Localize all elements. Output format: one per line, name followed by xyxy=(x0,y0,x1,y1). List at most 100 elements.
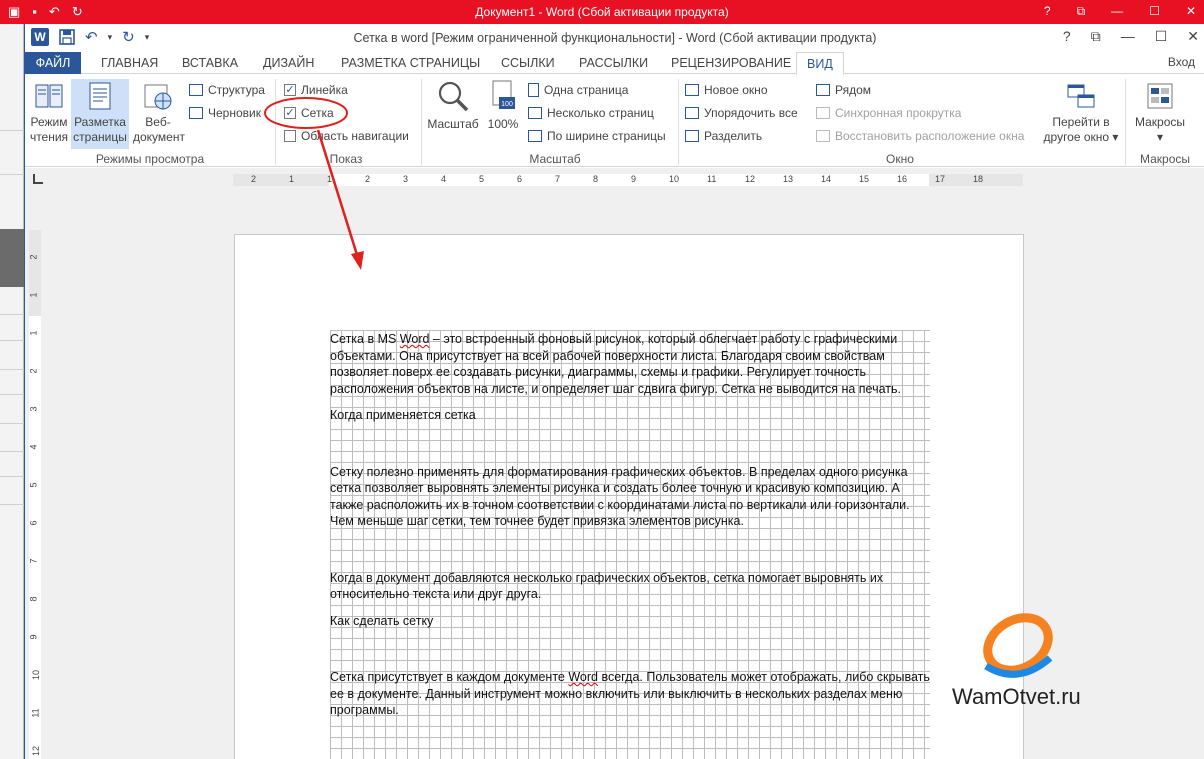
zoom-button[interactable]: Масштаб xyxy=(424,79,482,132)
ruler-tick-label: 3 xyxy=(403,174,409,184)
split-label: Разделить xyxy=(704,129,763,143)
views-group-label: Режимы просмотра xyxy=(95,152,205,166)
web-layout-label-2: документ xyxy=(133,130,185,144)
ruler-tick-label: 1 xyxy=(327,174,333,184)
ruler-tick-label: 6 xyxy=(517,174,523,184)
ruler-tick-label: 8 xyxy=(593,174,599,184)
multiple-pages-label: Несколько страниц xyxy=(547,106,654,120)
tab-selector[interactable] xyxy=(33,174,43,184)
maximize-button[interactable]: ☐ xyxy=(1155,28,1168,45)
horizontal-ruler[interactable]: 2 1 1 2 3 4 5 6 7 8 9 10 11 12 13 14 15 16 17 18 xyxy=(233,174,1023,186)
maximize-icon[interactable]: ☐ xyxy=(1149,4,1160,19)
tab-file[interactable]: ФАЙЛ xyxy=(25,52,81,74)
new-window-button[interactable]: Новое окно xyxy=(685,83,768,97)
print-layout-label-1: Разметка xyxy=(74,115,126,129)
page-width-icon xyxy=(528,130,542,142)
print-layout-button[interactable]: Разметка страницы xyxy=(71,79,129,149)
arrange-all-label: Упорядочить все xyxy=(704,106,798,120)
reset-position-icon xyxy=(816,130,830,142)
nav-pane-check-icon xyxy=(284,130,296,142)
close-icon[interactable]: ✕ xyxy=(1186,4,1196,19)
macros-icon xyxy=(1147,83,1173,109)
draft-label: Черновик xyxy=(208,106,261,120)
one-page-button[interactable]: Одна страница xyxy=(528,83,628,97)
ruler-tick-label: 1 xyxy=(289,174,295,184)
new-window-icon xyxy=(685,84,699,96)
tab-insert[interactable]: ВСТАВКА xyxy=(172,52,248,74)
minimize-button[interactable]: — xyxy=(1121,28,1135,45)
switch-windows-button[interactable]: Перейти в другое окно ▾ xyxy=(1043,81,1119,145)
multiple-pages-button[interactable]: Несколько страниц xyxy=(528,106,654,120)
ruler-tick-label: 4 xyxy=(28,444,39,450)
tab-home[interactable]: ГЛАВНАЯ xyxy=(91,52,168,74)
document-page[interactable]: Сетка в MS Word – это встроенный фоновый… xyxy=(234,234,1024,759)
draft-button[interactable]: Черновик xyxy=(189,106,261,120)
page-width-button[interactable]: По ширине страницы xyxy=(528,129,666,143)
macros-button[interactable]: Макросы ▾ xyxy=(1129,81,1191,145)
ruler-check-icon: ✓ xyxy=(284,84,296,96)
tab-review[interactable]: РЕЦЕНЗИРОВАНИЕ xyxy=(661,52,801,74)
ruler-tick-label: 7 xyxy=(555,174,561,184)
watermark-text: WamOtvet.ru xyxy=(952,684,1081,709)
ruler-tick-label: 14 xyxy=(821,174,832,184)
arrange-all-button[interactable]: Упорядочить все xyxy=(685,106,798,120)
ruler-tick-label: 16 xyxy=(897,174,908,184)
paragraph-3: Когда в документ добавляются несколько г… xyxy=(330,570,884,602)
reset-position-button[interactable]: Восстановить расположение окна xyxy=(816,129,1024,143)
ruler-tick-label: 10 xyxy=(669,174,680,184)
read-mode-label-2: чтения xyxy=(29,130,69,144)
zoom-label: Масштаб xyxy=(427,117,479,131)
ruler-checkbox[interactable]: ✓ Линейка xyxy=(284,83,348,97)
document-text[interactable]: Сетка в MS Word – это встроенный фоновый… xyxy=(330,331,930,729)
web-layout-button[interactable]: Веб- документ xyxy=(133,81,185,145)
ribbon-display-button[interactable]: ⧉ xyxy=(1091,28,1101,45)
web-layout-icon xyxy=(144,84,172,110)
nav-pane-checkbox[interactable]: Область навигации xyxy=(284,129,409,143)
vertical-ruler[interactable]: 2 1 1 2 3 4 5 6 7 8 9 10 11 12 xyxy=(29,230,41,759)
new-window-label: Новое окно xyxy=(704,83,768,97)
tab-design[interactable]: ДИЗАЙН xyxy=(253,52,324,74)
ruler-tick-label: 12 xyxy=(745,174,756,184)
help-icon[interactable]: ? xyxy=(1044,4,1051,19)
reset-position-label: Восстановить расположение окна xyxy=(835,129,1025,143)
switch-windows-icon xyxy=(1067,84,1095,108)
side-by-side-button[interactable]: Рядом xyxy=(816,83,871,97)
paragraph-1: Сетка в MS Word – это встроенный фоновый… xyxy=(330,332,901,396)
zoom-icon xyxy=(438,81,469,112)
back-window-strip xyxy=(0,24,24,759)
split-button[interactable]: Разделить xyxy=(685,129,762,143)
web-layout-label-1: Веб- xyxy=(145,115,171,129)
restore-ribbon-icon[interactable]: ⧉ xyxy=(1077,4,1086,19)
ruler-label: Линейка xyxy=(301,83,348,97)
ruler-tick-label: 15 xyxy=(859,174,870,184)
side-by-side-label: Рядом xyxy=(835,83,872,97)
tab-references[interactable]: ССЫЛКИ xyxy=(491,52,565,74)
zoom-100-icon: 100 xyxy=(492,80,515,109)
tab-layout[interactable]: РАЗМЕТКА СТРАНИЦЫ xyxy=(331,52,490,74)
help-button[interactable]: ? xyxy=(1063,28,1071,45)
tab-mailings[interactable]: РАССЫЛКИ xyxy=(569,52,658,74)
zoom-100-button[interactable]: 100 100% xyxy=(485,79,521,132)
arrange-all-icon xyxy=(685,107,699,119)
zoom-100-label: 100% xyxy=(487,117,519,131)
misspelled-word: Word xyxy=(568,670,598,684)
sync-scroll-button[interactable]: Синхронная прокрутка xyxy=(816,106,961,120)
ruler-tick-label: 5 xyxy=(479,174,485,184)
close-button[interactable]: ✕ xyxy=(1187,28,1199,45)
titlebar[interactable]: W ↶ ▾ ↻ ▾ Сетка в word [Режим ограниченн… xyxy=(25,24,1204,52)
tab-view[interactable]: ВИД xyxy=(796,52,844,75)
gridlines-checkbox[interactable]: ✓ Сетка xyxy=(284,106,334,120)
ruler-tick-label: 6 xyxy=(28,520,39,526)
switch-windows-label-2: другое окно ▾ xyxy=(1043,130,1119,144)
paragraph-4: Сетка присутствует в каждом документе Wo… xyxy=(330,670,930,717)
sync-scroll-icon xyxy=(816,107,830,119)
minimize-icon[interactable]: — xyxy=(1111,4,1123,19)
back-window-titlebar[interactable]: ▣ ▪ ↶ ↻ Документ1 - Word (Сбой активации… xyxy=(0,0,1204,24)
ruler-tick-label: 4 xyxy=(441,174,447,184)
outline-label: Структура xyxy=(208,83,265,97)
read-mode-button[interactable]: Режим чтения xyxy=(27,81,71,145)
ribbon-tabs: ФАЙЛ ГЛАВНАЯ ВСТАВКА ДИЗАЙН РАЗМЕТКА СТР… xyxy=(25,52,1204,75)
ruler-tick-label: 11 xyxy=(707,174,717,184)
outline-button[interactable]: Структура xyxy=(189,83,265,97)
sign-in-link[interactable]: Вход xyxy=(1168,55,1195,69)
